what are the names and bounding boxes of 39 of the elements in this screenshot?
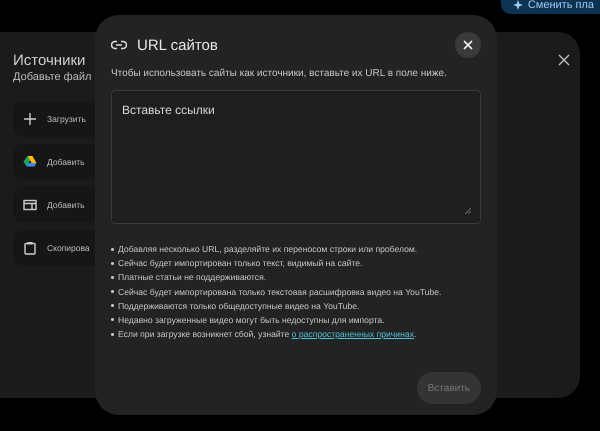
note-text: Сейчас будет импортирован только текст, видимый на сайте. [118,257,362,270]
source-option[interactable]: Добавить [13,144,95,180]
bullet-icon [111,290,114,294]
note-text: Поддерживаются только общедоступные видео на YouTube. [118,300,360,312]
clipboard-icon [23,241,37,255]
change-plan-button[interactable]: Сменить пла [500,0,600,14]
note-text: Если при загрузке возникнет сбой, узнайте о распространенных причинах. [118,328,416,340]
plus-icon [23,112,37,126]
close-button[interactable] [455,32,481,58]
link-icon [111,40,127,50]
help-link[interactable]: о распространенных причинах [292,329,414,340]
browser-window-icon [23,198,37,212]
note-text: Платные статьи не поддерживаются. [118,271,266,284]
option-label: Загрузить [47,114,86,124]
note-text: Добавляя несколько URL, разделяйте их переносом строки или пробелом. [118,243,418,255]
resize-grip-icon [465,208,471,214]
close-icon[interactable] [558,54,570,66]
bullet-icon [111,304,114,308]
dialog-description: Чтобы использовать сайты как источники, вставьте их URL в поле ниже. [111,68,448,79]
dialog-title: URL сайтов [137,36,219,54]
sparkle-icon [512,0,523,10]
note-text: Сейчас будет импортирована только текстовая расшифровка видео на YouTube. [118,286,442,298]
source-option[interactable]: Добавить [13,187,95,223]
source-option[interactable]: Скопирова [13,230,95,266]
panel-subtitle: Добавьте файл [13,71,92,83]
bullet-icon [111,276,114,279]
bullet-icon [111,248,114,250]
panel-title: Источники [13,52,86,69]
url-input-field[interactable]: Вставьте ссылки [111,90,481,224]
option-label: Добавить [47,157,85,167]
option-label: Скопирова [47,243,90,253]
source-option[interactable]: Загрузить [13,101,95,137]
note-text: Недавно загруженные видео могут быть недоступны для импорта. [118,314,385,326]
close-icon [463,40,473,50]
bullet-icon [111,332,114,336]
triangle-logo-icon [23,155,37,169]
option-label: Добавить [47,200,85,210]
bullet-icon [111,318,114,322]
bullet-icon [111,262,114,265]
